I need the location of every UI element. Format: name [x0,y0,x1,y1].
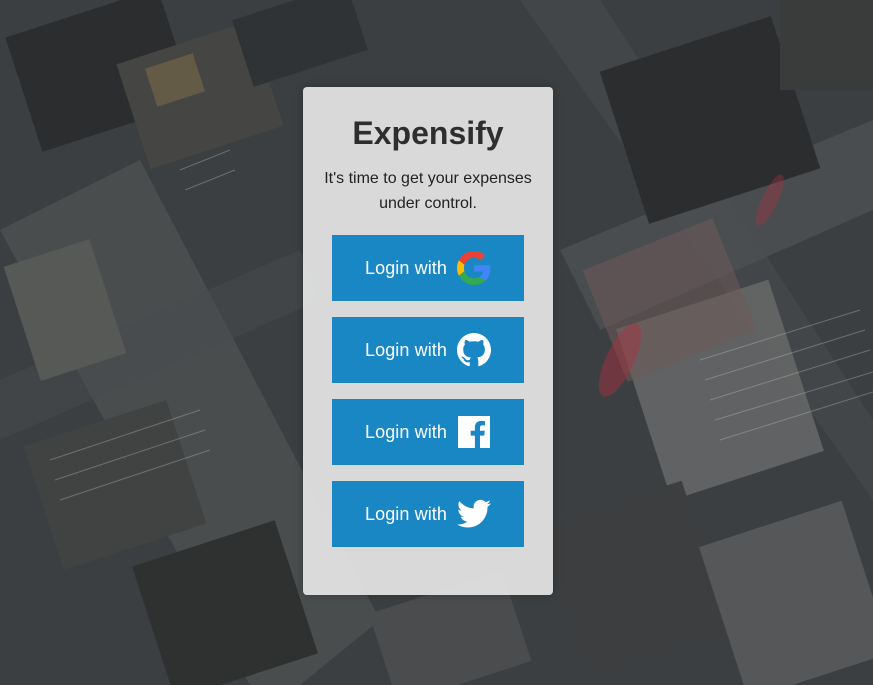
facebook-icon [457,415,491,449]
login-facebook-label: Login with [364,421,448,442]
login-github-button[interactable]: Login with [332,317,524,383]
login-twitter-label: Login with [364,503,448,524]
twitter-icon [457,497,492,531]
login-google-button[interactable]: Login with [332,235,524,301]
login-google-label: Login with [364,257,448,278]
google-icon [457,251,491,285]
app-title: Expensify [352,115,504,151]
tagline-text: It's time to get your expenses under con… [324,170,532,212]
login-card: Expensify It's time to get your expenses… [303,87,553,595]
github-icon [457,333,492,367]
login-github-label: Login with [364,339,448,360]
login-facebook-button[interactable]: Login with [332,399,524,465]
login-twitter-button[interactable]: Login with [332,481,524,547]
